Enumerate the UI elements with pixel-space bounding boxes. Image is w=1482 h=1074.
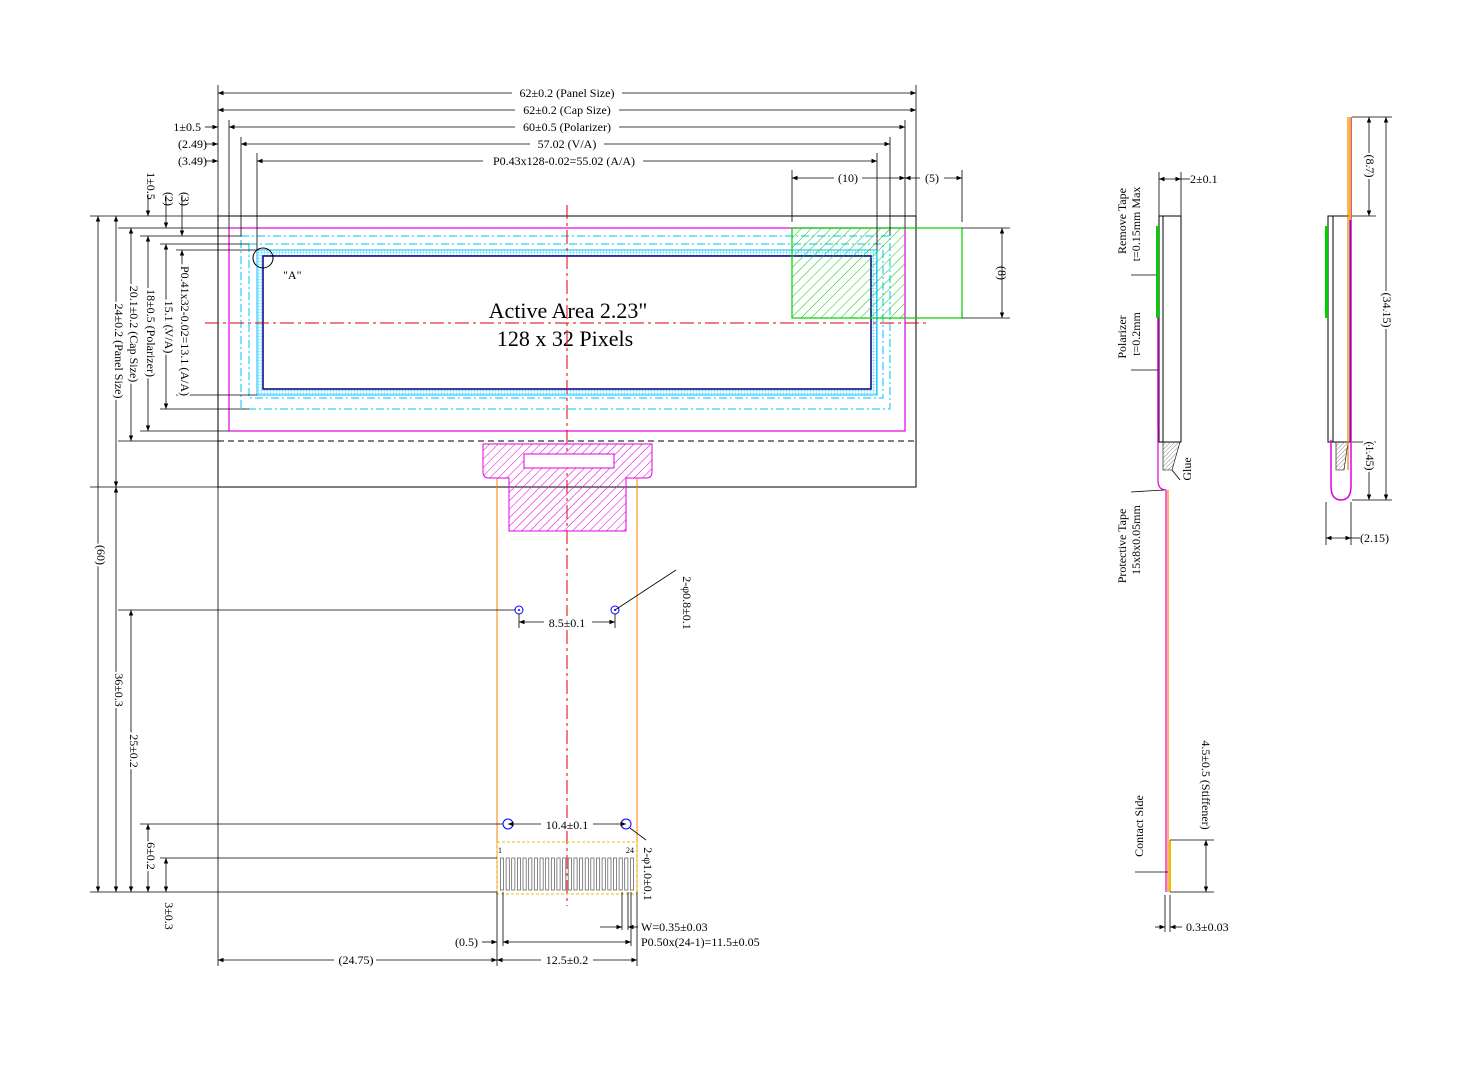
fpc-contact-pin — [562, 857, 567, 891]
fpc-contact-pin — [556, 857, 561, 891]
hole-pitch-bottom-label: 10.4±0.1 — [546, 818, 589, 832]
side-view-labels: 2±0.1 Remove Tape t=0.15mm Max Polarizer… — [1115, 172, 1229, 934]
fpc-contact-pin — [511, 857, 516, 891]
bent-view-labels: (8.7) (34.15) (1.45) (2.15) — [1360, 153, 1396, 546]
remove-tape-t-label: t=0.15mm Max — [1129, 187, 1143, 262]
panel-height-label: 24±0.2 (Panel Size) — [112, 304, 126, 399]
fpc-contact-pin — [505, 857, 510, 891]
protective-tape-label: Protective Tape — [1115, 509, 1129, 584]
polarizer-width-label: 60±0.5 (Polarizer) — [523, 120, 611, 134]
polarizer-t-label: t=0.2mm — [1129, 311, 1143, 355]
panel-width-label: 62±0.2 (Panel Size) — [520, 86, 615, 100]
fpc-contact-pin — [533, 857, 538, 891]
polarizer-side-label: Polarizer — [1115, 315, 1129, 358]
mechanical-drawing: "A" Active Area 2.23" 128 x 32 Pixels 1 … — [90, 85, 1396, 967]
left-margin-349-label: (3.49) — [178, 154, 207, 168]
hole-pitch-top-label: 8.5±0.1 — [549, 616, 586, 630]
fpc-contact-pin — [550, 857, 555, 891]
fpc-contact-pin — [624, 857, 629, 891]
aa-height-label: P0.41x32-0.02=13.1 (A/A) — [178, 266, 192, 396]
fpc-contact-pin — [579, 857, 584, 891]
polarizer-height-label: 18±0.5 (Polarizer) — [144, 289, 158, 377]
bent-view — [1325, 117, 1352, 501]
fpc-contact-pin — [567, 857, 572, 891]
h36-label: 36±0.3 — [112, 673, 126, 707]
margin-2-v-label: (2) — [162, 192, 176, 206]
fpc-contact-pin — [630, 857, 634, 891]
total-height-label: (60) — [94, 545, 108, 565]
tab-5-label: (5) — [925, 171, 939, 185]
fpc-thickness-label: 0.3±0.03 — [1186, 920, 1229, 934]
fpc-contact-pin — [573, 857, 578, 891]
protective-tape-size-label: 15x8x0.05mm — [1129, 505, 1143, 575]
cap-height-label: 20.1±0.2 (Cap Size) — [127, 286, 141, 383]
remove-tape-label: Remove Tape — [1115, 188, 1129, 254]
left-dimension-labels: 1±0.5 (2) (3) P0.41x32-0.02=13.1 (A/A) 1… — [92, 172, 194, 930]
va-height-label: 15.1 (V/A) — [162, 301, 176, 354]
active-area: "A" Active Area 2.23" 128 x 32 Pixels — [252, 247, 878, 396]
contact-side-label: Contact Side — [1132, 795, 1146, 857]
h3-label: 3±0.3 — [162, 902, 176, 930]
fpc-contact-pin — [517, 857, 521, 891]
margin-3-v-label: (3) — [178, 192, 192, 206]
fpc-width-label: 12.5±0.2 — [546, 953, 589, 967]
h6-label: 6±0.2 — [144, 842, 158, 870]
pin-last-label: 24 — [626, 846, 634, 855]
fpc-contact-pin — [545, 857, 550, 891]
lead-width-label: W=0.35±0.03 — [641, 920, 708, 934]
lead-pitch-label: P0.50x(24-1)=11.5±0.05 — [641, 935, 760, 949]
hole-dia-bottom-label: 2-φ1.0±0.1 — [641, 847, 655, 901]
bent-145-label: (1.45) — [1363, 442, 1377, 471]
fpc-contact-pin — [613, 857, 617, 891]
pixel-count: 128 x 32 Pixels — [497, 326, 633, 351]
cap-width-label: 62±0.2 (Cap Size) — [523, 103, 611, 117]
va-width-label: 57.02 (V/A) — [538, 137, 597, 151]
pin-first-label: 1 — [498, 846, 502, 855]
detail-a-label: "A" — [283, 268, 302, 282]
aa-width-label: P0.43x128-0.02=55.02 (A/A) — [493, 154, 635, 168]
margin-1-v-label: 1±0.5 — [144, 172, 158, 200]
fpc-contact-pin — [590, 857, 595, 891]
left-margin-1-label: 1±0.5 — [173, 120, 201, 134]
fpc-left-offset-label: (24.75) — [339, 953, 374, 967]
bent-215-label: (2.15) — [1360, 531, 1389, 545]
fpc-contact-pin — [500, 857, 504, 891]
hole-dia-top-label: 2-φ0.8±0.1 — [680, 576, 694, 630]
glue-label: Glue — [1180, 457, 1194, 480]
left-margin-249-label: (2.49) — [178, 137, 207, 151]
side-view — [1156, 215, 1182, 892]
tab-10-label: (10) — [838, 171, 858, 185]
fpc-contact-pin — [596, 857, 601, 891]
tab-8-label: (8) — [995, 266, 1009, 280]
bent-view-dimensions — [1325, 116, 1392, 545]
fpc-contact-pin — [522, 857, 527, 891]
fpc-contact-pin — [539, 857, 544, 891]
fpc-offset-label: (0.5) — [455, 935, 478, 949]
fpc-contact-pin — [601, 857, 606, 891]
fpc-contact-pin — [607, 857, 612, 891]
fpc-dimension-labels: 8.5±0.1 2-φ0.8±0.1 10.4±0.1 2-φ1.0±0.1 W… — [334, 576, 760, 967]
fpc-contact-pin — [618, 857, 623, 891]
bent-3415-label: (34.15) — [1380, 293, 1394, 328]
active-area-title: Active Area 2.23" — [489, 298, 648, 323]
fpc-contact-pin — [584, 857, 589, 891]
bent-87-label: (8.7) — [1363, 155, 1377, 178]
fpc-contact-pin — [528, 857, 533, 891]
stiffener-label: 4.5±0.5 (Stiffener) — [1199, 740, 1213, 829]
h25-label: 25±0.2 — [127, 734, 141, 768]
thickness-label: 2±0.1 — [1190, 172, 1218, 186]
